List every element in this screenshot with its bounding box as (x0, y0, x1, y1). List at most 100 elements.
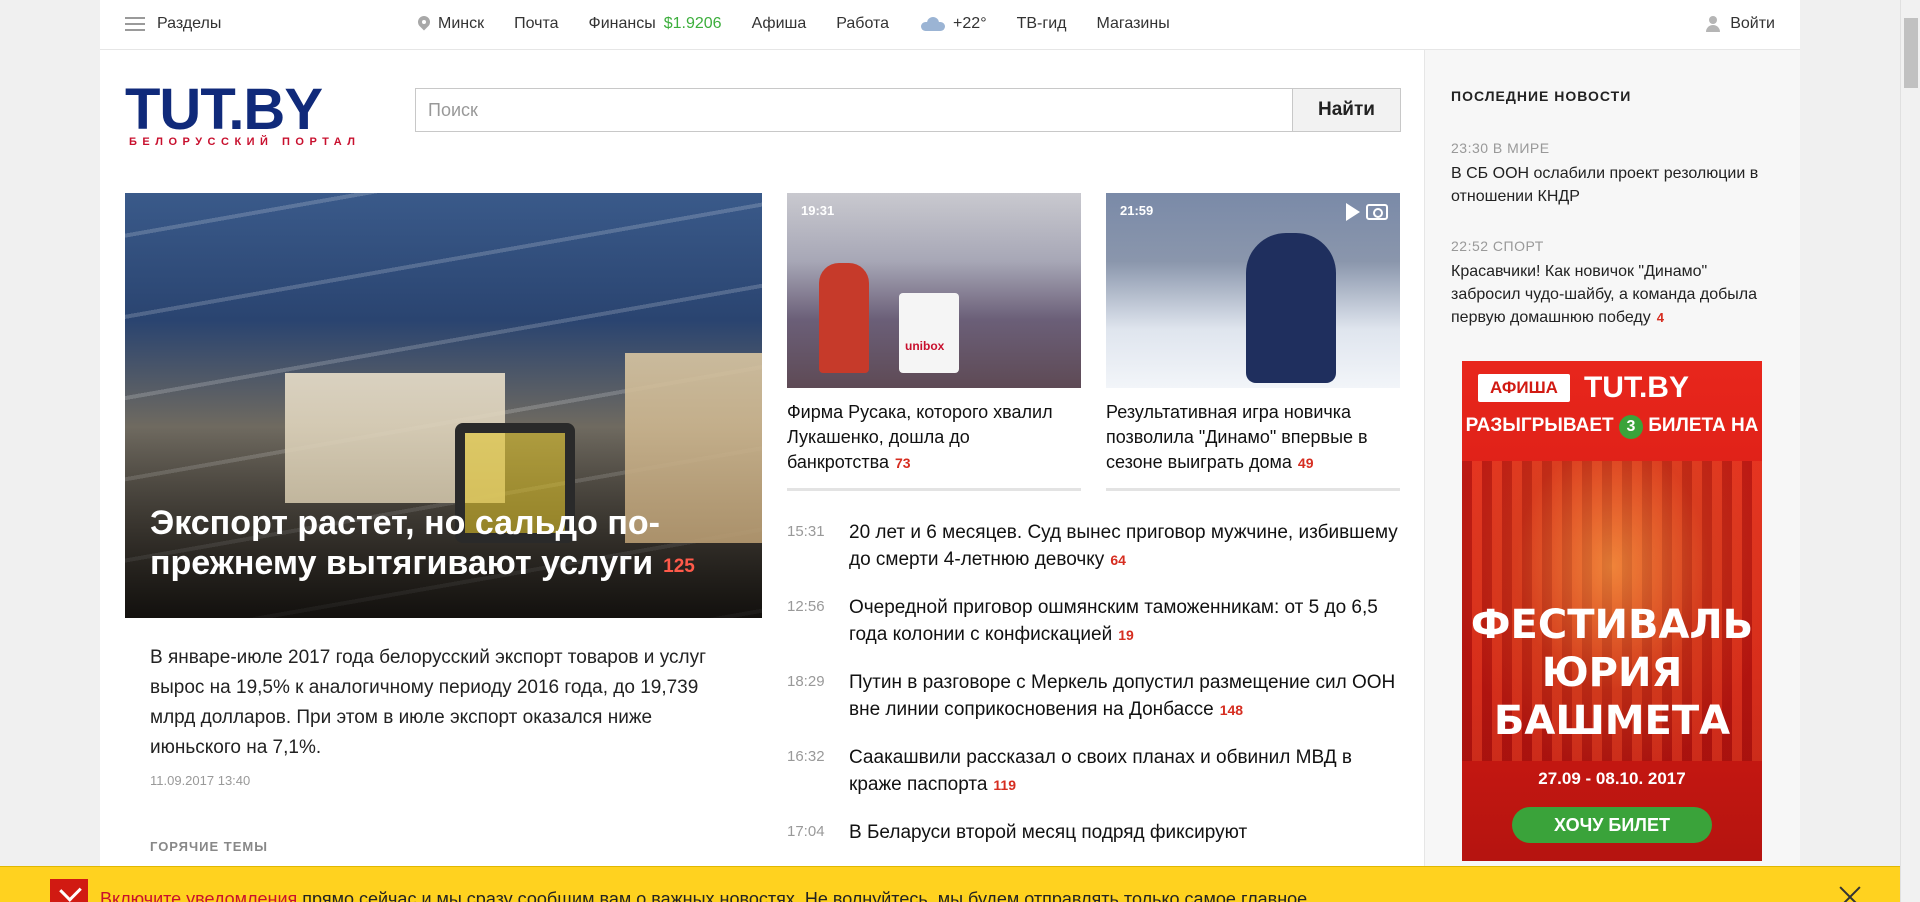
ad-brand: TUT.BY (1583, 371, 1689, 404)
nav-tv-guide[interactable]: ТВ-гид (1017, 15, 1067, 33)
sidebar-news-comments: 4 (1656, 310, 1664, 325)
logo-wordmark: TUT.BY (125, 77, 323, 142)
video-play-icon (1346, 203, 1360, 221)
news-comments-count: 64 (1110, 552, 1126, 568)
ad-prize-after: БИЛЕТА НА (1648, 415, 1759, 436)
card-time: 19:31 (801, 203, 835, 218)
thumb-stand (899, 293, 959, 373)
news-title-text: Очередной приговор ошмянским таможенника… (849, 597, 1378, 645)
news-card[interactable]: 21:59 Результативная игра новичка позвол… (1106, 193, 1400, 491)
nav-weather[interactable]: +22° (919, 15, 987, 33)
ad-header: АФИША TUT.BY (1478, 371, 1689, 405)
news-title-text: Саакашвили рассказал о своих планах и об… (849, 747, 1352, 795)
search-bar: Найти (415, 88, 1401, 132)
nav-finance[interactable]: Финансы $1.9206 (589, 15, 722, 33)
news-time: 12:56 (787, 598, 825, 615)
scrollbar-thumb[interactable] (1904, 18, 1918, 88)
sidebar-news-title[interactable]: Красавчики! Как новичок "Динамо" заброси… (1451, 260, 1771, 329)
weather-temp: +22° (953, 15, 987, 32)
ad-fest-line-1: ФЕСТИВАЛЬ (1470, 602, 1754, 648)
thumb-person (819, 263, 869, 373)
sections-label: Разделы (157, 15, 222, 32)
list-item[interactable]: 16:32 Саакашвили рассказал о своих плана… (787, 744, 1407, 799)
list-item[interactable]: 12:56 Очередной приговор ошмянским тамож… (787, 594, 1407, 649)
news-comments-count: 148 (1219, 702, 1244, 718)
hamburger-icon (125, 17, 145, 31)
news-comments-count: 119 (993, 777, 1017, 793)
ad-fest-line-3: БАШМЕТА (1493, 698, 1731, 744)
sidebar-news-title-text: Красавчики! Как новичок "Динамо" заброси… (1451, 263, 1758, 326)
news-title-text: В Беларуси второй месяц подряд фиксируют (849, 822, 1248, 843)
ad-afisha-label: АФИША (1478, 374, 1570, 402)
ad-prize-before: РАЗЫГРЫВАЕТ (1465, 415, 1614, 436)
ad-buy-ticket-button[interactable]: ХОЧУ БИЛЕТ (1512, 807, 1712, 843)
news-title-text: Путин в разговоре с Меркель допустил раз… (849, 672, 1396, 720)
sidebar-news-meta: 22:52 СПОРТ (1451, 238, 1544, 254)
sidebar-news-item[interactable]: 22:52 СПОРТ Красавчики! Как новичок "Дин… (1451, 238, 1771, 329)
news-title[interactable]: 20 лет и 6 месяцев. Суд вынес приговор м… (849, 519, 1407, 574)
ad-prize-number: 3 (1618, 415, 1643, 439)
list-item[interactable]: 18:29 Путин в разговоре с Меркель допуст… (787, 669, 1407, 724)
sidebar-news-title[interactable]: В СБ ООН ослабили проект резолюции в отн… (1451, 162, 1771, 208)
card-thumbnail: 21:59 (1106, 193, 1400, 388)
card-time: 21:59 (1120, 203, 1154, 218)
search-input[interactable] (416, 89, 1292, 131)
news-time: 16:32 (787, 748, 825, 765)
card-title[interactable]: Результативная игра новичка позволила "Д… (1106, 400, 1400, 491)
lead-comments-count: 125 (663, 556, 695, 577)
camera-icon (1366, 204, 1388, 220)
card-comments-count: 49 (1297, 455, 1314, 471)
card-title[interactable]: Фирма Русака, которого хвалил Лукашенко,… (787, 400, 1081, 491)
top-nav: Разделы Минск Почта Финансы $1.9206 Афиш… (100, 0, 1800, 50)
sidebar-news-item[interactable]: 23:30 В МИРЕ В СБ ООН ослабили проект ре… (1451, 140, 1771, 208)
nav-mail[interactable]: Почта (514, 15, 558, 33)
nav-links: Минск Почта Финансы $1.9206 Афиша Работа… (418, 15, 1200, 33)
news-title[interactable]: Саакашвили рассказал о своих планах и об… (849, 744, 1407, 799)
sidebar: ПОСЛЕДНИЕ НОВОСТИ 23:30 В МИРЕ В СБ ООН … (1424, 50, 1800, 902)
notification-message: Включите уведомления прямо сейчас и мы с… (100, 889, 1312, 902)
lead-title-text: Экспорт растет, но сальдо по-прежнему вы… (150, 504, 660, 582)
login-button[interactable]: Войти (1706, 15, 1775, 33)
sidebar-news-title-text: В СБ ООН ослабили проект резолюции в отн… (1451, 165, 1759, 205)
lead-date: 11.09.2017 13:40 (150, 773, 251, 788)
news-title[interactable]: В Беларуси второй месяц подряд фиксируют (849, 819, 1253, 847)
enable-notifications-link[interactable]: Включите уведомления (100, 889, 297, 902)
search-button[interactable]: Найти (1292, 89, 1400, 131)
lead-summary: В январе-июле 2017 года белорусский эксп… (150, 647, 707, 758)
news-card[interactable]: 19:31 Фирма Русака, которого хвалил Лука… (787, 193, 1081, 491)
login-label: Войти (1730, 15, 1775, 32)
list-item[interactable]: 15:31 20 лет и 6 месяцев. Суд вынес приг… (787, 519, 1407, 574)
cloud-icon (919, 17, 946, 31)
finance-label: Финансы (588, 15, 656, 32)
news-time: 15:31 (787, 523, 825, 540)
user-icon (1706, 16, 1721, 32)
hot-topics-heading: ГОРЯЧИЕ ТЕМЫ (150, 839, 268, 854)
lead-title[interactable]: Экспорт растет, но сальдо по-прежнему вы… (150, 503, 740, 587)
card-thumbnail: 19:31 (787, 193, 1081, 388)
notification-bar: Включите уведомления прямо сейчас и мы с… (0, 866, 1920, 902)
nav-afisha[interactable]: Афиша (752, 15, 807, 33)
close-icon[interactable] (1836, 883, 1864, 902)
news-list: 15:31 20 лет и 6 месяцев. Суд вынес приг… (787, 519, 1407, 867)
news-time: 18:29 (787, 673, 825, 690)
advertisement-banner[interactable]: АФИША TUT.BY РАЗЫГРЫВАЕТ 3 БИЛЕТА НА ФЕС… (1462, 361, 1762, 861)
list-item[interactable]: 17:04 В Беларуси второй месяц подряд фик… (787, 819, 1407, 847)
sidebar-news-meta: 23:30 В МИРЕ (1451, 140, 1550, 156)
media-badges (1346, 203, 1388, 221)
scrollbar[interactable] (1900, 0, 1920, 902)
sections-menu-button[interactable]: Разделы (125, 15, 221, 33)
notification-text: прямо сейчас и мы сразу сообщим вам о ва… (297, 889, 1313, 902)
nav-city[interactable]: Минск (418, 15, 484, 33)
lead-story[interactable]: Экспорт растет, но сальдо по-прежнему вы… (125, 193, 762, 618)
latest-news-heading: ПОСЛЕДНИЕ НОВОСТИ (1451, 88, 1632, 104)
city-label: Минск (438, 15, 485, 32)
notification-icon (50, 879, 88, 902)
nav-shops[interactable]: Магазины (1096, 15, 1169, 33)
ad-festival-title: ФЕСТИВАЛЬ ЮРИЯ БАШМЕТА (1462, 601, 1762, 745)
nav-jobs[interactable]: Работа (836, 15, 889, 33)
news-title[interactable]: Очередной приговор ошмянским таможенника… (849, 594, 1407, 649)
news-title[interactable]: Путин в разговоре с Меркель допустил раз… (849, 669, 1407, 724)
page: Разделы Минск Почта Финансы $1.9206 Афиш… (100, 0, 1800, 902)
card-title-text: Фирма Русака, которого хвалил Лукашенко,… (787, 402, 1053, 472)
site-logo[interactable]: TUT.BY БЕЛОРУССКИЙ ПОРТАЛ (125, 77, 387, 149)
